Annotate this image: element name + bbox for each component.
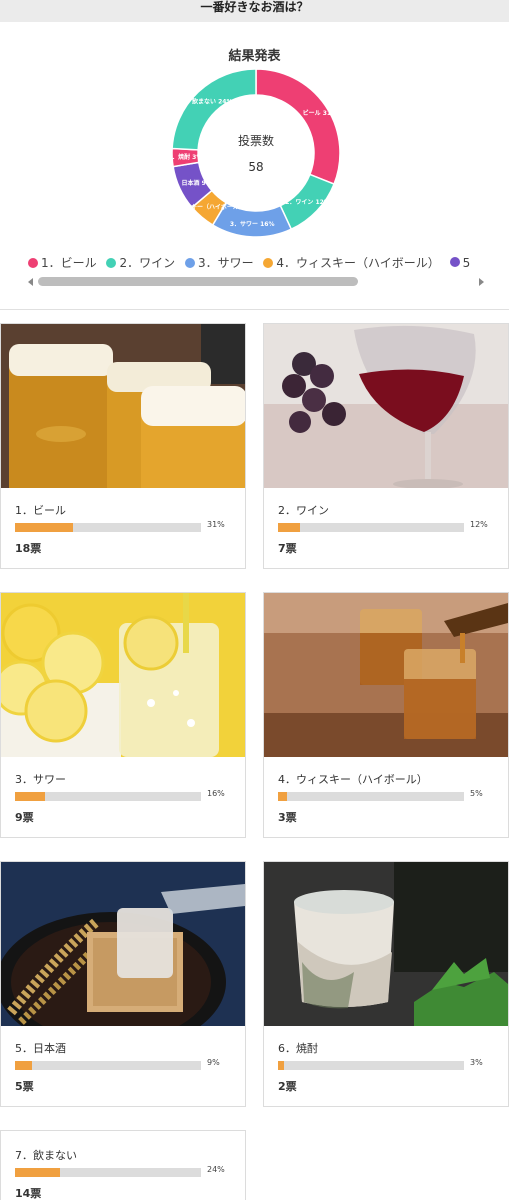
legend-dot-icon <box>184 257 195 268</box>
option-name: 1．ビール <box>15 504 66 517</box>
progress-track <box>15 523 201 532</box>
progress-track <box>15 1061 201 1070</box>
option-card-beer[interactable]: 1．ビール 31% 18票 <box>0 323 246 569</box>
legend-item[interactable]: 5 <box>449 255 471 270</box>
slice-label: 2．ワイン 12% <box>285 199 330 206</box>
legend-item[interactable]: 4．ウィスキー（ハイボール） <box>263 254 440 271</box>
votes-center-label: 投票数 <box>238 133 274 148</box>
progress-track <box>278 1061 464 1070</box>
option-card-sake[interactable]: 5．日本酒 9% 5票 <box>0 861 246 1107</box>
legend-scrollbar[interactable] <box>28 277 484 286</box>
progress-fill <box>15 792 45 801</box>
scroll-left-icon[interactable] <box>28 278 33 286</box>
legend-label: 5 <box>462 255 471 270</box>
slice-label: 1．ビール 31% <box>292 109 337 117</box>
progress-track <box>15 792 201 801</box>
progress-fill <box>278 792 288 801</box>
option-card-whisky[interactable]: 4．ウィスキー（ハイボール） 5% 3票 <box>263 592 509 838</box>
option-percent: 12% <box>470 520 488 529</box>
legend-dot-icon <box>106 257 117 268</box>
progress-fill <box>15 1061 32 1070</box>
wine-image <box>264 324 508 488</box>
option-votes: 3票 <box>278 811 297 824</box>
option-percent: 3% <box>470 1058 483 1067</box>
progress-track <box>278 792 464 801</box>
progress-fill <box>278 523 301 532</box>
scrollbar-thumb[interactable] <box>38 277 358 286</box>
legend-label: 1．ビール <box>41 256 97 270</box>
page-title: 一番好きなお酒は？ <box>200 0 309 14</box>
legend-item[interactable]: 1．ビール <box>28 254 97 271</box>
option-card-wine[interactable]: 2．ワイン 12% 7票 <box>263 323 509 569</box>
option-card-shochu[interactable]: 6．焼酎 3% 2票 <box>263 861 509 1107</box>
sake-image <box>1 862 245 1026</box>
option-votes: 5票 <box>15 1080 34 1093</box>
option-votes: 14票 <box>15 1187 42 1200</box>
donut-slice[interactable] <box>255 68 341 186</box>
option-percent: 9% <box>207 1058 220 1067</box>
option-votes: 18票 <box>15 542 42 555</box>
option-name: 2．ワイン <box>278 504 329 517</box>
scroll-right-icon[interactable] <box>479 278 484 286</box>
option-name: 7．飲まない <box>15 1149 77 1162</box>
option-votes: 2票 <box>278 1080 297 1093</box>
option-name: 6．焼酎 <box>278 1042 318 1055</box>
option-name: 4．ウィスキー（ハイボール） <box>278 773 428 786</box>
option-votes: 9票 <box>15 811 34 824</box>
beer-image <box>1 324 245 488</box>
slice-label: 4．ウィスキー（ハイボール） 5% <box>163 203 257 211</box>
option-name: 5．日本酒 <box>15 1042 66 1055</box>
donut-chart: 1．ビール 31% 2．ワイン 12% 3．サワー 16% 4．ウィスキー（ハイボール… <box>163 68 341 238</box>
option-card-sour[interactable]: 3．サワー 16% 9票 <box>0 592 246 838</box>
shochu-image <box>264 862 508 1026</box>
chart-legend: 1．ビール 2．ワイン 3．サワー 4．ウィスキー（ハイボール） 5 <box>28 254 498 274</box>
divider <box>0 309 509 310</box>
slice-label: 7．飲まない 24% <box>182 97 233 105</box>
legend-item[interactable]: 3．サワー <box>184 254 254 271</box>
legend-dot-icon <box>449 257 460 267</box>
option-votes: 7票 <box>278 542 297 555</box>
option-percent: 5% <box>470 789 483 798</box>
legend-item[interactable]: 2．ワイン <box>106 254 175 271</box>
legend-dot-icon <box>28 257 38 268</box>
votes-total: 58 <box>248 160 263 174</box>
legend-label: 3．サワー <box>197 256 254 270</box>
progress-fill <box>278 1061 284 1070</box>
option-percent: 16% <box>207 789 225 798</box>
progress-track <box>278 523 464 532</box>
legend-label: 2．ワイン <box>119 256 176 270</box>
slice-label: 5．日本酒 9% <box>171 179 211 187</box>
option-percent: 24% <box>207 1165 225 1174</box>
slice-label: 6．焼酎 3% <box>168 153 202 161</box>
whisky-image <box>264 593 508 757</box>
progress-track <box>15 1168 201 1177</box>
option-name: 3．サワー <box>15 773 66 786</box>
sour-image <box>1 593 245 757</box>
slice-label: 3．サワー 16% <box>230 221 275 228</box>
legend-dot-icon <box>263 257 274 268</box>
results-title: 結果発表 <box>228 49 281 64</box>
legend-label: 4．ウィスキー（ハイボール） <box>276 256 440 270</box>
option-card-none[interactable]: 7．飲まない 24% 14票 <box>0 1130 246 1200</box>
progress-fill <box>15 523 73 532</box>
progress-fill <box>15 1168 60 1177</box>
option-percent: 31% <box>207 520 225 529</box>
